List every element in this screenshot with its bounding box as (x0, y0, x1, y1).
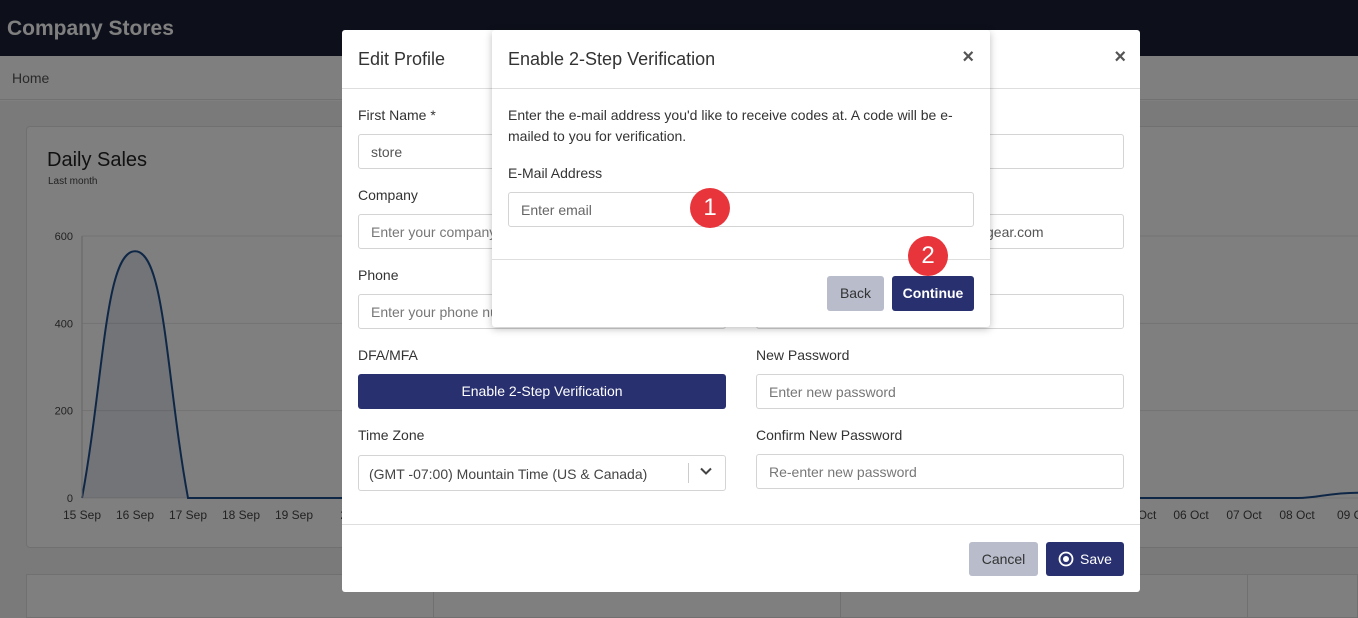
email-input[interactable] (508, 192, 974, 227)
time-zone-label: Time Zone (358, 427, 425, 443)
confirm-password-label: Confirm New Password (756, 427, 903, 443)
first-name-label: First Name * (358, 107, 436, 123)
save-button-label: Save (1080, 551, 1112, 567)
close-icon[interactable]: × (962, 47, 974, 67)
time-zone-value: (GMT -07:00) Mountain Time (US & Canada) (369, 466, 648, 482)
radio-dot-icon (1058, 551, 1074, 567)
email-label: E-Mail Address (508, 165, 603, 181)
dfa-mfa-label: DFA/MFA (358, 347, 418, 363)
time-zone-select[interactable]: (GMT -07:00) Mountain Time (US & Canada) (358, 455, 726, 491)
new-password-field[interactable]: Enter new password (756, 374, 1124, 409)
phone-label: Phone (358, 267, 399, 283)
modal-description: Enter the e-mail address you'd like to r… (508, 107, 953, 144)
save-button[interactable]: Save (1046, 542, 1124, 576)
chevron-down-icon[interactable] (699, 464, 713, 478)
select-separator (688, 463, 689, 483)
cancel-button[interactable]: Cancel (969, 542, 1038, 576)
step-marker-1: 1 (690, 188, 730, 228)
continue-button[interactable]: Continue (892, 276, 974, 311)
divider (492, 88, 990, 89)
enable-2-step-button[interactable]: Enable 2-Step Verification (358, 374, 726, 409)
back-button[interactable]: Back (827, 276, 884, 311)
step-marker-2: 2 (908, 236, 948, 276)
modal-title: Edit Profile (358, 49, 446, 69)
company-label: Company (358, 187, 418, 203)
modal-title: Enable 2-Step Verification (508, 49, 716, 69)
two-step-verification-modal: Enable 2-Step Verification × Enter the e… (492, 30, 990, 327)
divider (342, 524, 1140, 525)
confirm-password-field[interactable]: Re-enter new password (756, 454, 1124, 489)
new-password-label: New Password (756, 347, 850, 363)
close-icon[interactable]: × (1114, 47, 1126, 67)
